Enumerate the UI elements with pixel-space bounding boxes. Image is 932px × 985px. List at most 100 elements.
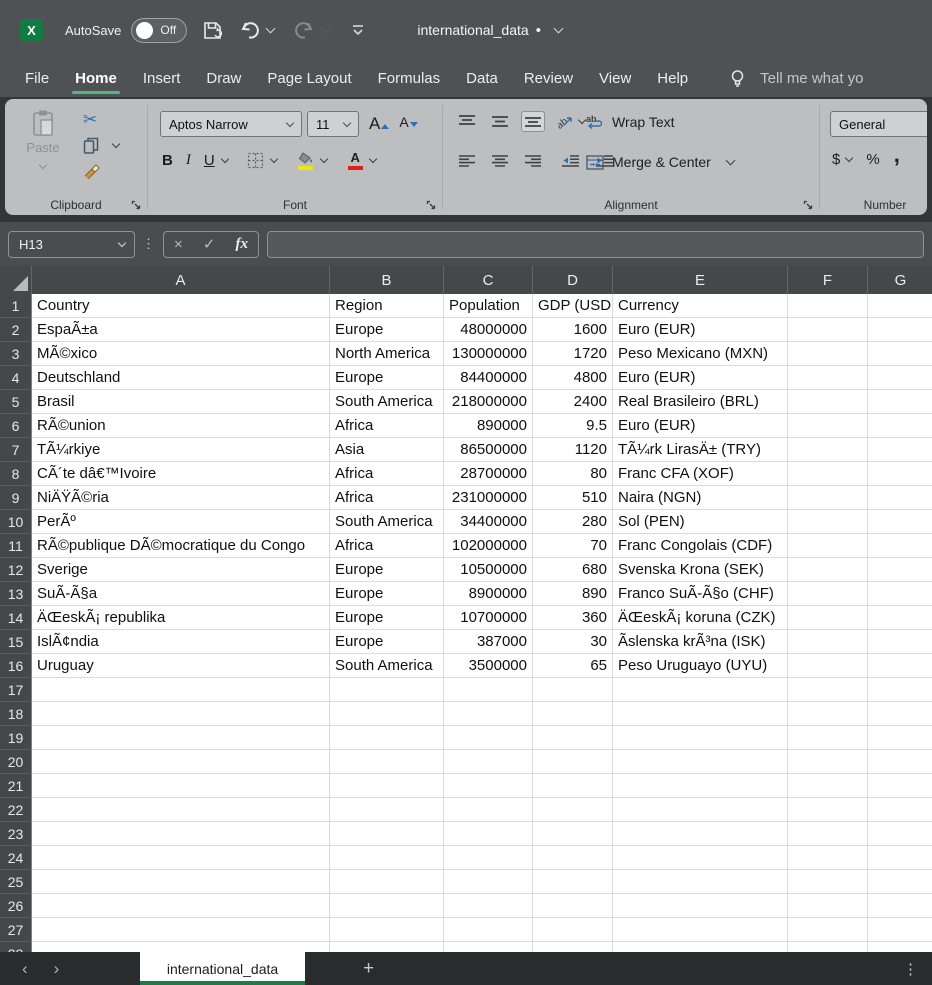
cell-D10[interactable]: 280 — [533, 510, 613, 534]
column-header-C[interactable]: C — [444, 266, 533, 294]
cell-B16[interactable]: South America — [330, 654, 444, 678]
cell-B11[interactable]: Africa — [330, 534, 444, 558]
merge-center-chevron-icon[interactable] — [725, 156, 735, 166]
row-header-20[interactable]: 20 — [0, 750, 32, 774]
cell-A24[interactable] — [32, 846, 330, 870]
cell-E16[interactable]: Peso Uruguayo (UYU) — [613, 654, 788, 678]
cell-C27[interactable] — [444, 918, 533, 942]
decrease-indent-button[interactable] — [558, 151, 583, 172]
bold-button[interactable]: B — [162, 152, 173, 169]
cell-F21[interactable] — [788, 774, 868, 798]
cell-B18[interactable] — [330, 702, 444, 726]
percent-style-button[interactable]: % — [866, 151, 879, 168]
row-header-1[interactable]: 1 — [0, 294, 32, 318]
bottom-align-button[interactable] — [521, 111, 545, 132]
orientation-chevron-icon[interactable] — [578, 116, 586, 124]
cell-B25[interactable] — [330, 870, 444, 894]
cell-F18[interactable] — [788, 702, 868, 726]
ribbon-tab-review[interactable]: Review — [511, 60, 586, 97]
cell-C6[interactable]: 890000 — [444, 414, 533, 438]
title-chevron-icon[interactable] — [554, 24, 564, 34]
cell-B24[interactable] — [330, 846, 444, 870]
middle-align-button[interactable] — [488, 111, 512, 132]
cell-E4[interactable]: Euro (EUR) — [613, 366, 788, 390]
undo-button[interactable] — [239, 21, 274, 40]
cell-F9[interactable] — [788, 486, 868, 510]
cell-F24[interactable] — [788, 846, 868, 870]
cell-A28[interactable] — [32, 942, 330, 952]
row-header-7[interactable]: 7 — [0, 438, 32, 462]
cell-F15[interactable] — [788, 630, 868, 654]
cell-E11[interactable]: Franc Congolais (CDF) — [613, 534, 788, 558]
column-header-B[interactable]: B — [330, 266, 444, 294]
add-sheet-button[interactable]: + — [363, 952, 374, 985]
cell-G6[interactable] — [868, 414, 932, 438]
cell-E8[interactable]: Franc CFA (XOF) — [613, 462, 788, 486]
insert-function-button[interactable]: fx — [235, 236, 248, 253]
cell-E22[interactable] — [613, 798, 788, 822]
cell-C12[interactable]: 10500000 — [444, 558, 533, 582]
cell-G18[interactable] — [868, 702, 932, 726]
fill-color-chevron-icon[interactable] — [319, 155, 327, 163]
cell-C4[interactable]: 84400000 — [444, 366, 533, 390]
row-header-26[interactable]: 26 — [0, 894, 32, 918]
cell-D24[interactable] — [533, 846, 613, 870]
cell-B19[interactable] — [330, 726, 444, 750]
tell-me-search[interactable]: Tell me what yo — [729, 60, 863, 97]
cell-G28[interactable] — [868, 942, 932, 952]
italic-button[interactable]: I — [186, 152, 191, 169]
accounting-chevron-icon[interactable] — [845, 154, 853, 162]
cell-D12[interactable]: 680 — [533, 558, 613, 582]
cell-A13[interactable]: SuÃ-Ã§a — [32, 582, 330, 606]
wrap-text-button[interactable]: ab Wrap Text — [586, 114, 675, 130]
cell-E12[interactable]: Svenska Krona (SEK) — [613, 558, 788, 582]
cell-E3[interactable]: Peso Mexicano (MXN) — [613, 342, 788, 366]
row-header-8[interactable]: 8 — [0, 462, 32, 486]
cell-C13[interactable]: 8900000 — [444, 582, 533, 606]
cell-D3[interactable]: 1720 — [533, 342, 613, 366]
cell-A2[interactable]: EspaÃ±a — [32, 318, 330, 342]
cell-A18[interactable] — [32, 702, 330, 726]
customize-toolbar-icon[interactable] — [351, 24, 365, 36]
cell-G19[interactable] — [868, 726, 932, 750]
cell-E21[interactable] — [613, 774, 788, 798]
select-all-button[interactable] — [0, 266, 32, 294]
cell-F27[interactable] — [788, 918, 868, 942]
cell-B20[interactable] — [330, 750, 444, 774]
cell-F14[interactable] — [788, 606, 868, 630]
cell-E1[interactable]: Currency — [613, 294, 788, 318]
fill-color-button[interactable] — [298, 152, 314, 170]
cell-C23[interactable] — [444, 822, 533, 846]
cancel-button[interactable]: × — [174, 236, 183, 253]
cell-A20[interactable] — [32, 750, 330, 774]
cell-F25[interactable] — [788, 870, 868, 894]
cell-G14[interactable] — [868, 606, 932, 630]
alignment-dialog-launcher-icon[interactable] — [803, 200, 814, 211]
cell-B1[interactable]: Region — [330, 294, 444, 318]
cell-E19[interactable] — [613, 726, 788, 750]
cell-C11[interactable]: 102000000 — [444, 534, 533, 558]
cell-D22[interactable] — [533, 798, 613, 822]
cell-C26[interactable] — [444, 894, 533, 918]
cell-A23[interactable] — [32, 822, 330, 846]
cell-G20[interactable] — [868, 750, 932, 774]
cell-D7[interactable]: 1120 — [533, 438, 613, 462]
underline-chevron-icon[interactable] — [220, 155, 228, 163]
align-left-button[interactable] — [455, 151, 479, 172]
cell-G8[interactable] — [868, 462, 932, 486]
cell-C25[interactable] — [444, 870, 533, 894]
row-header-18[interactable]: 18 — [0, 702, 32, 726]
row-header-3[interactable]: 3 — [0, 342, 32, 366]
cell-F22[interactable] — [788, 798, 868, 822]
cell-F20[interactable] — [788, 750, 868, 774]
next-sheet-button[interactable]: › — [54, 959, 60, 979]
cell-A10[interactable]: PerÃº — [32, 510, 330, 534]
row-header-11[interactable]: 11 — [0, 534, 32, 558]
cell-C17[interactable] — [444, 678, 533, 702]
cell-G27[interactable] — [868, 918, 932, 942]
autosave-toggle[interactable]: Off — [131, 18, 187, 43]
row-header-15[interactable]: 15 — [0, 630, 32, 654]
sheet-tab-international-data[interactable]: international_data — [140, 952, 305, 985]
cell-F3[interactable] — [788, 342, 868, 366]
cell-G9[interactable] — [868, 486, 932, 510]
